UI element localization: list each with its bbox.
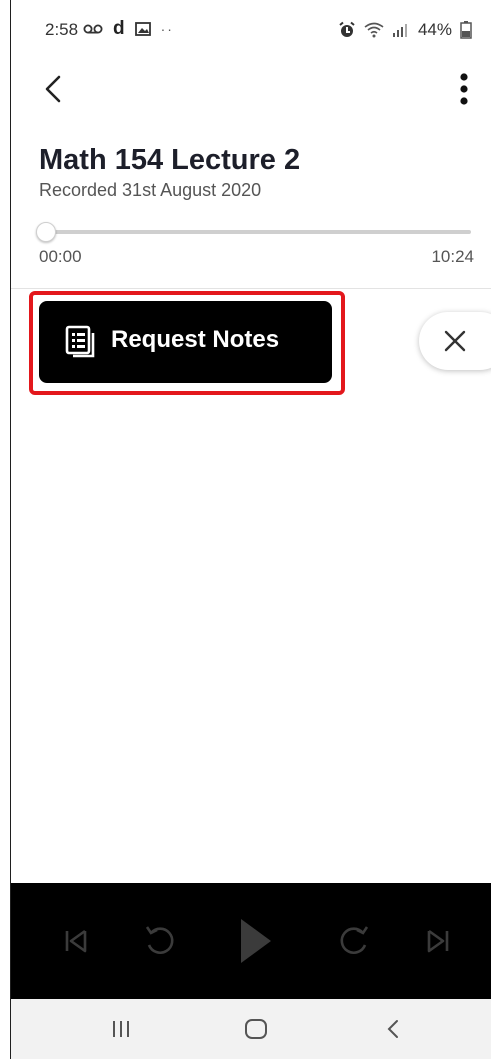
rewind-icon[interactable] (141, 919, 181, 963)
player-controls-bar (11, 883, 491, 999)
battery-icon (460, 21, 472, 39)
d-app-icon: d (113, 18, 125, 39)
system-nav-bar (11, 999, 491, 1059)
more-vertical-icon (460, 73, 468, 105)
status-icons-left: d ·· (83, 18, 174, 40)
back-icon[interactable] (383, 1013, 403, 1045)
request-notes-label: Request Notes (111, 326, 280, 353)
total-time: 10:24 (431, 247, 474, 266)
voicemail-icon (83, 24, 103, 34)
more-dots-icon: ·· (160, 21, 174, 37)
chevron-left-icon (45, 75, 61, 103)
dismiss-button[interactable] (419, 312, 491, 370)
skip-forward-icon[interactable] (425, 919, 451, 963)
recents-icon[interactable] (109, 1013, 133, 1045)
signal-icon (392, 24, 407, 37)
status-icons-right: 44% (338, 20, 472, 40)
notes-document-icon (65, 325, 95, 358)
status-time: 2:58 (45, 20, 79, 39)
close-icon (444, 330, 466, 352)
skip-back-icon[interactable] (63, 919, 89, 963)
image-icon (134, 22, 151, 36)
playback-progress-track[interactable] (45, 230, 471, 234)
recording-title: Math 154 Lecture 2 (39, 144, 301, 176)
play-icon[interactable] (237, 913, 275, 969)
status-bar: 2:58 d ·· 44% (11, 0, 491, 60)
app-screen: 2:58 d ·· 44% Math 154 Lecture 2 Recorde… (10, 0, 491, 1059)
back-button[interactable] (37, 72, 71, 106)
recording-date: Recorded 31st August 2020 (39, 180, 262, 200)
home-icon[interactable] (243, 1013, 269, 1045)
request-notes-button[interactable]: Request Notes (39, 301, 332, 383)
battery-percent: 44% (417, 20, 452, 39)
divider (11, 288, 491, 289)
forward-icon[interactable] (333, 919, 373, 963)
alarm-icon (339, 21, 355, 37)
playback-progress-thumb[interactable] (36, 222, 56, 242)
more-options-button[interactable] (452, 70, 476, 110)
wifi-icon (364, 22, 384, 38)
current-time: 00:00 (39, 247, 82, 266)
